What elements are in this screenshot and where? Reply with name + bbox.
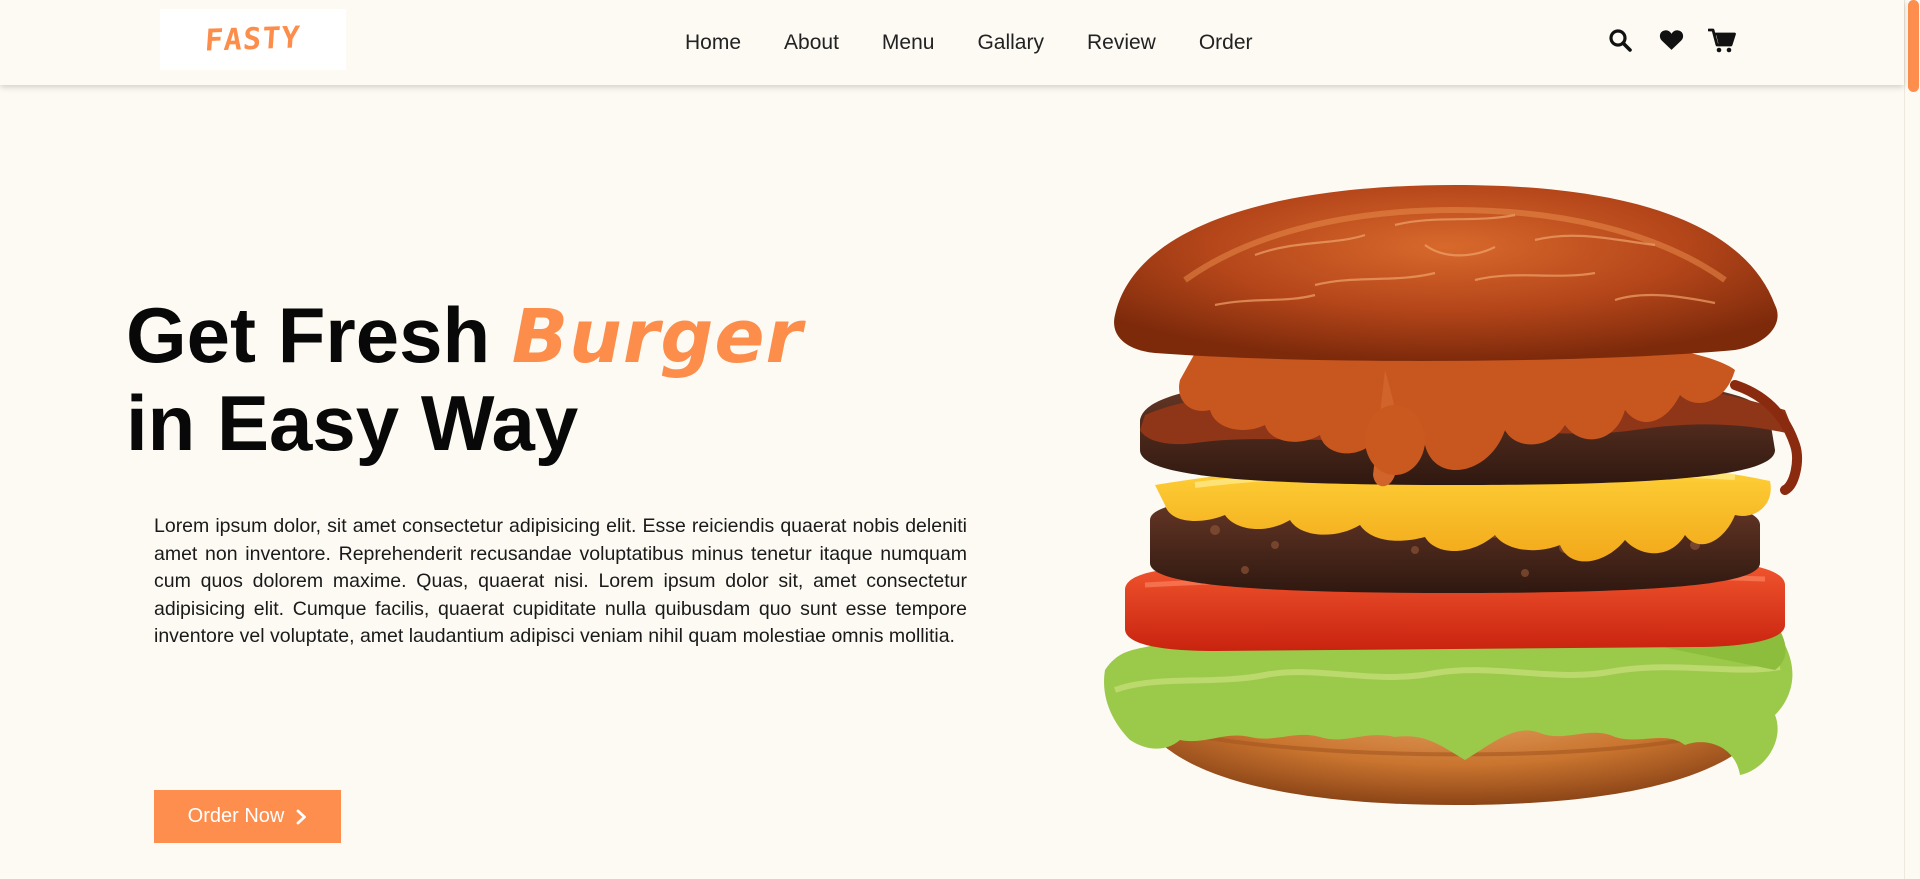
order-now-label: Order Now bbox=[187, 805, 285, 827]
hero-title-accent: Burger bbox=[511, 294, 804, 380]
main-nav: Home About Menu Gallary Review Order bbox=[685, 0, 1296, 85]
header-icons bbox=[1606, 26, 1736, 54]
logo[interactable]: FASTY bbox=[160, 9, 346, 70]
nav-review[interactable]: Review bbox=[1087, 31, 1156, 55]
nav-gallary[interactable]: Gallary bbox=[977, 31, 1044, 55]
site-header: FASTY Home About Menu Gallary Review Ord… bbox=[0, 0, 1904, 85]
scrollbar-thumb[interactable] bbox=[1908, 0, 1919, 92]
nav-about[interactable]: About bbox=[784, 31, 839, 55]
hero-description: Lorem ipsum dolor, sit amet consectetur … bbox=[154, 515, 967, 647]
heart-icon[interactable] bbox=[1657, 26, 1685, 54]
hero-title: Get Fresh Burger in Easy Way bbox=[126, 292, 803, 466]
logo-text: FASTY bbox=[203, 20, 303, 59]
chevron-right-icon bbox=[296, 809, 307, 825]
hero-title-part1: Get Fresh bbox=[126, 291, 512, 379]
cart-icon[interactable] bbox=[1708, 26, 1736, 54]
burger-image bbox=[1095, 185, 1815, 815]
nav-menu[interactable]: Menu bbox=[882, 31, 935, 55]
order-now-button[interactable]: Order Now bbox=[154, 790, 341, 843]
search-icon[interactable] bbox=[1606, 26, 1634, 54]
nav-order[interactable]: Order bbox=[1199, 31, 1253, 55]
page-scrollbar[interactable] bbox=[1904, 0, 1920, 879]
hero-title-line2: in Easy Way bbox=[126, 379, 579, 467]
nav-home[interactable]: Home bbox=[685, 31, 741, 55]
